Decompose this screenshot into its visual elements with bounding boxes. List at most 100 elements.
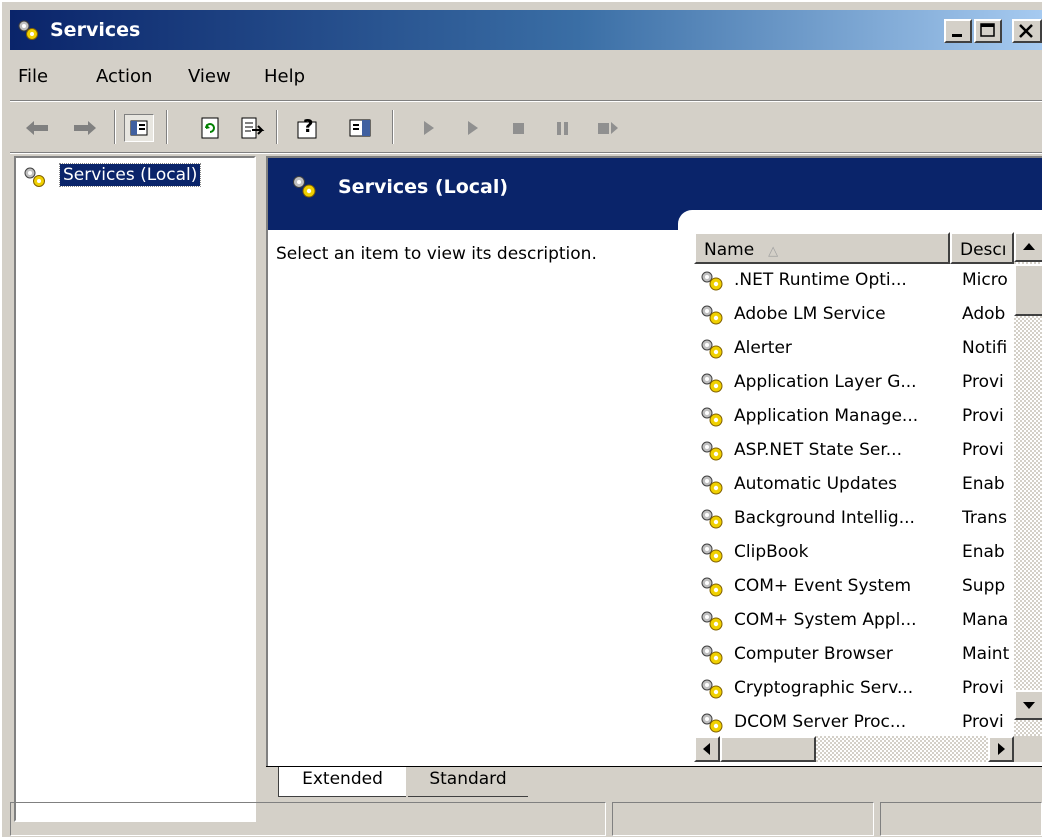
table-row[interactable]: Background Intellig... Trans bbox=[694, 502, 1014, 536]
menu-help[interactable]: Help bbox=[264, 66, 305, 87]
restart-service-icon[interactable] bbox=[592, 114, 622, 142]
minimize-button[interactable] bbox=[944, 19, 972, 43]
service-name: Application Manage... bbox=[734, 406, 919, 426]
scroll-corner bbox=[1014, 736, 1042, 762]
vertical-scroll-thumb[interactable] bbox=[1014, 264, 1042, 316]
menu-action[interactable]: Action bbox=[96, 66, 152, 87]
service-description: Adob bbox=[962, 304, 1006, 324]
table-row[interactable]: Automatic Updates Enab bbox=[694, 468, 1014, 502]
scroll-up-button[interactable] bbox=[1014, 232, 1042, 262]
column-description-label: Descı bbox=[960, 240, 1007, 260]
menu-file[interactable]: File bbox=[18, 66, 48, 87]
menu-view[interactable]: View bbox=[188, 66, 231, 87]
table-row[interactable]: Cryptographic Serv... Provi bbox=[694, 672, 1014, 706]
table-row[interactable]: DCOM Server Proc... Provi bbox=[694, 706, 1014, 740]
services-list: Name △ Descı .NET Runtime Opti... Micro Ado… bbox=[694, 232, 1042, 762]
table-row[interactable]: COM+ System Appl... Mana bbox=[694, 604, 1014, 638]
service-description: Provi bbox=[962, 406, 1004, 426]
service-description: Notifi bbox=[962, 338, 1008, 358]
service-gears-icon bbox=[698, 269, 734, 293]
service-name: Adobe LM Service bbox=[734, 304, 886, 324]
services-gears-icon bbox=[22, 166, 48, 188]
start-service-icon[interactable] bbox=[414, 114, 444, 142]
service-name: Background Intellig... bbox=[734, 508, 915, 528]
table-row[interactable]: Application Layer G... Provi bbox=[694, 366, 1014, 400]
service-gears-icon bbox=[698, 609, 734, 633]
services-gears-icon bbox=[290, 174, 320, 200]
tab-standard[interactable]: Standard bbox=[408, 767, 528, 797]
export-list-icon[interactable] bbox=[236, 114, 266, 142]
header-notch bbox=[678, 210, 1042, 232]
service-description: Supp bbox=[962, 576, 1006, 596]
service-description: Enab bbox=[962, 542, 1005, 562]
service-description: Provi bbox=[962, 372, 1004, 392]
column-header-description[interactable]: Descı bbox=[950, 232, 1014, 264]
service-description: Enab bbox=[962, 474, 1005, 494]
services-window: Services File Action View Help ? Service… bbox=[0, 0, 1042, 837]
table-row[interactable]: Adobe LM Service Adob bbox=[694, 298, 1014, 332]
service-gears-icon bbox=[698, 473, 734, 497]
stop-service-icon[interactable] bbox=[504, 114, 534, 142]
service-name: COM+ Event System bbox=[734, 576, 912, 596]
pause-service-icon[interactable] bbox=[548, 114, 578, 142]
service-name: .NET Runtime Opti... bbox=[734, 270, 907, 290]
service-gears-icon bbox=[698, 439, 734, 463]
service-name: Automatic Updates bbox=[734, 474, 898, 494]
toolbar: ? bbox=[10, 102, 1042, 150]
back-arrow-icon[interactable] bbox=[22, 114, 52, 142]
show-hide-action-pane-icon[interactable] bbox=[346, 114, 376, 142]
service-name: Computer Browser bbox=[734, 644, 893, 664]
maximize-button[interactable] bbox=[974, 19, 1002, 43]
table-row[interactable]: .NET Runtime Opti... Micro bbox=[694, 264, 1014, 298]
service-gears-icon bbox=[698, 507, 734, 531]
service-description: Micro bbox=[962, 270, 1008, 290]
scroll-right-button[interactable] bbox=[988, 736, 1014, 762]
horizontal-scroll-thumb[interactable] bbox=[720, 736, 816, 762]
view-tabs: Extended Standard bbox=[266, 766, 1042, 800]
service-gears-icon bbox=[698, 337, 734, 361]
tab-extended[interactable]: Extended bbox=[278, 767, 406, 797]
service-gears-icon bbox=[698, 575, 734, 599]
table-row[interactable]: Computer Browser Maint bbox=[694, 638, 1014, 672]
menu-bar: File Action View Help bbox=[10, 56, 1042, 98]
service-gears-icon bbox=[698, 303, 734, 327]
column-name-label: Name bbox=[704, 240, 755, 260]
toolbar-separator-line bbox=[10, 152, 1042, 154]
status-panel-right bbox=[880, 802, 1042, 836]
toolbar-separator bbox=[276, 110, 278, 144]
title-bar[interactable]: Services bbox=[10, 10, 1042, 50]
close-button[interactable] bbox=[1012, 19, 1042, 43]
table-row[interactable]: COM+ Event System Supp bbox=[694, 570, 1014, 604]
horizontal-scrollbar[interactable] bbox=[694, 736, 1014, 762]
service-description: Trans bbox=[962, 508, 1007, 528]
table-row[interactable]: Alerter Notifi bbox=[694, 332, 1014, 366]
table-row[interactable]: ClipBook Enab bbox=[694, 536, 1014, 570]
service-description: Provi bbox=[962, 712, 1004, 732]
service-name: DCOM Server Proc... bbox=[734, 712, 907, 732]
help-icon[interactable]: ? bbox=[294, 114, 324, 142]
table-row[interactable]: ASP.NET State Ser... Provi bbox=[694, 434, 1014, 468]
scroll-down-button[interactable] bbox=[1014, 690, 1042, 720]
status-panel-middle bbox=[612, 802, 874, 836]
forward-arrow-icon[interactable] bbox=[70, 114, 100, 142]
window-title: Services bbox=[50, 19, 141, 41]
status-panel-main bbox=[10, 802, 606, 836]
service-description: Maint bbox=[962, 644, 1010, 664]
sort-ascending-icon: △ bbox=[768, 244, 779, 259]
console-tree-pane[interactable]: Services (Local) bbox=[14, 156, 256, 822]
services-gears-icon bbox=[16, 19, 40, 41]
table-row[interactable]: Application Manage... Provi bbox=[694, 400, 1014, 434]
service-description: Provi bbox=[962, 440, 1004, 460]
description-prompt: Select an item to view its description. bbox=[276, 244, 597, 264]
refresh-icon[interactable] bbox=[196, 114, 226, 142]
service-gears-icon bbox=[698, 677, 734, 701]
tree-node-label: Services (Local) bbox=[58, 163, 202, 187]
show-hide-console-tree-icon[interactable] bbox=[124, 114, 154, 142]
start-service-alt-icon[interactable] bbox=[458, 114, 488, 142]
service-description: Mana bbox=[962, 610, 1009, 630]
status-bar bbox=[10, 800, 1042, 837]
scroll-left-button[interactable] bbox=[694, 736, 720, 762]
service-gears-icon bbox=[698, 405, 734, 429]
vertical-scrollbar[interactable] bbox=[1014, 232, 1042, 736]
column-header-name[interactable]: Name △ bbox=[694, 232, 950, 264]
